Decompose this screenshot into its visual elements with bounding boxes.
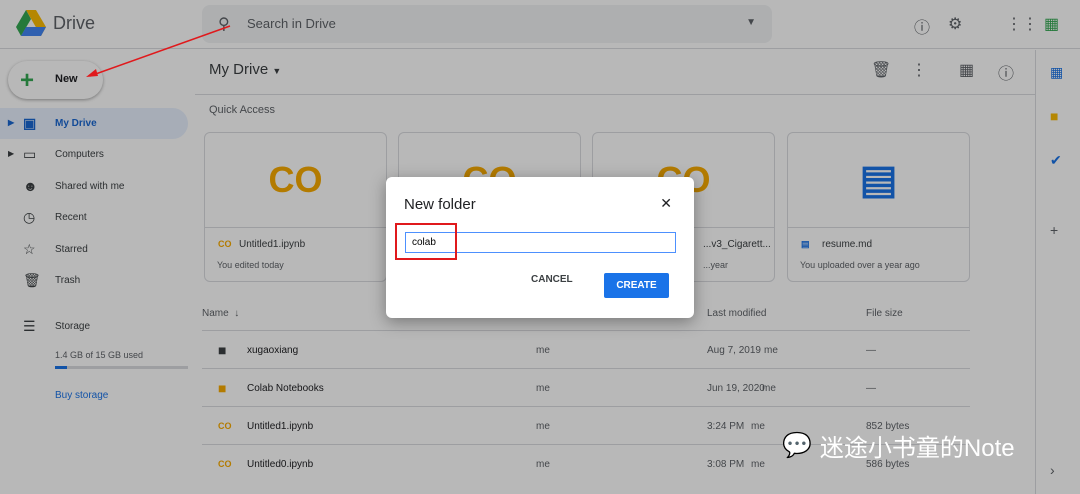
cancel-button[interactable]: CANCEL: [531, 274, 573, 285]
wechat-icon: 💬: [782, 432, 812, 459]
watermark-text: 迷途小书童的Note: [819, 435, 1015, 462]
highlight-box: [395, 223, 457, 260]
close-icon[interactable]: ✕: [660, 195, 672, 212]
dialog-title: New folder: [404, 196, 476, 213]
create-button[interactable]: CREATE: [604, 273, 669, 298]
watermark: 💬 迷途小书童的Note: [782, 428, 1015, 463]
